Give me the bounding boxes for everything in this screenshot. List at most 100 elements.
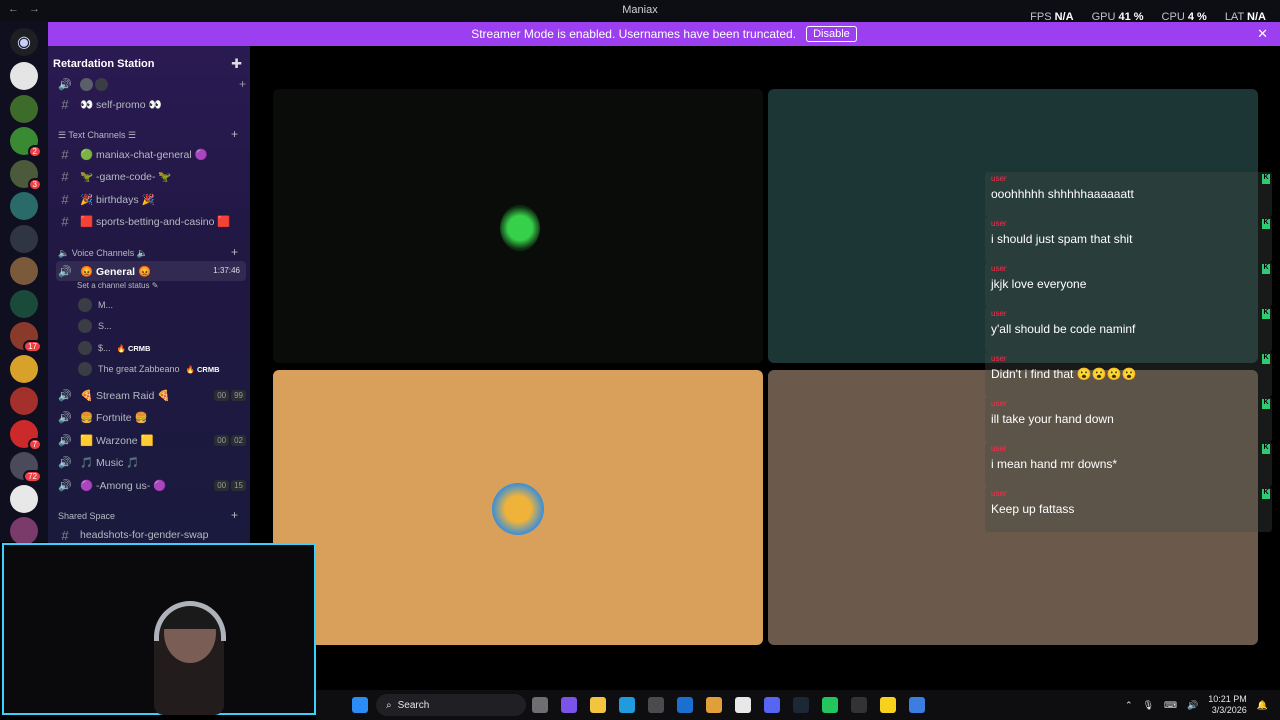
- person-add-icon[interactable]: ✚: [231, 56, 242, 72]
- webcam-overlay: [2, 543, 316, 715]
- voice-channel-stream-raid[interactable]: 🔊 🍕 Stream Raid 🍕 00 99: [56, 385, 246, 405]
- server-icon[interactable]: [10, 94, 38, 123]
- discord-home-icon[interactable]: ◉: [10, 28, 38, 56]
- server-list: ◉ 2 3 17 7 72: [0, 22, 48, 545]
- video-tile[interactable]: [273, 370, 763, 645]
- server-icon[interactable]: 2: [10, 127, 42, 158]
- notification-icon[interactable]: 🔔: [1257, 700, 1268, 711]
- channel-self-promo[interactable]: # 👀 self-promo 👀: [56, 94, 246, 114]
- outlook-icon[interactable]: [677, 697, 693, 713]
- unread-badge: 3: [27, 177, 42, 191]
- avatar: [78, 341, 92, 355]
- voice-user[interactable]: The great Zabbeano 🔥 CRMB: [78, 362, 219, 376]
- avatar: [78, 319, 92, 333]
- close-icon[interactable]: ✕: [1257, 26, 1268, 42]
- network-icon[interactable]: ⌨: [1164, 700, 1177, 711]
- clock[interactable]: 10:21 PM 3/3/2026: [1208, 694, 1247, 716]
- chat-message: user ill take your hand down K: [985, 397, 1272, 442]
- server-icon[interactable]: 17: [10, 322, 42, 353]
- server-icon[interactable]: 3: [10, 159, 42, 191]
- category-voice-channels[interactable]: 🔈 Voice Channels 🔈: [58, 248, 148, 259]
- channel-maniax-chat-general[interactable]: # 🟢 maniax-chat-general 🟣: [56, 144, 246, 164]
- file-explorer-icon[interactable]: [590, 697, 606, 713]
- kick-icon: K: [1262, 399, 1270, 409]
- voice-channel-fortnite[interactable]: 🔊 🍔 Fortnite 🍔: [56, 407, 246, 427]
- chat-overlay: user ooohhhhh shhhhhaaaaaatt K user i shoul…: [985, 172, 1272, 532]
- hash-icon: #: [61, 168, 69, 184]
- server-icon[interactable]: [10, 354, 38, 383]
- server-icon[interactable]: [10, 387, 38, 415]
- add-icon[interactable]: +: [239, 77, 246, 91]
- app-icon[interactable]: [706, 697, 722, 713]
- channel-game-code[interactable]: # 🦖 -game-code- 🦖: [56, 166, 246, 186]
- calculator-icon[interactable]: [909, 697, 925, 713]
- add-channel-icon[interactable]: +: [231, 508, 238, 522]
- server-icon[interactable]: [10, 517, 38, 545]
- chat-message: user i mean hand mr downs* K: [985, 442, 1272, 487]
- taskbar-search[interactable]: ⌕ Search: [376, 694, 526, 716]
- server-icon[interactable]: [10, 484, 38, 513]
- avatar: [500, 205, 540, 251]
- kick-icon: K: [1262, 444, 1270, 454]
- server-icon[interactable]: [10, 192, 38, 220]
- avatar: [492, 483, 544, 535]
- server-name[interactable]: Retardation Station: [53, 58, 154, 70]
- app-icon[interactable]: [735, 697, 751, 713]
- category-text-channels[interactable]: ☰ Text Channels ☰: [58, 130, 136, 141]
- add-channel-icon[interactable]: +: [231, 127, 238, 141]
- task-view-icon[interactable]: [532, 697, 548, 713]
- chat-message: user y'all should be code naminf K: [985, 307, 1272, 352]
- steam-icon[interactable]: [793, 697, 809, 713]
- channel-status[interactable]: Set a channel status ✎: [77, 281, 158, 290]
- server-icon[interactable]: 7: [10, 419, 42, 451]
- channel-headshots[interactable]: # headshots-for-gender-swap: [56, 525, 246, 545]
- microphone-icon[interactable]: 🎙: [1143, 700, 1154, 711]
- voice-user[interactable]: S...: [78, 319, 112, 333]
- category-shared-space[interactable]: Shared Space: [58, 511, 115, 521]
- voice-channel-among-us[interactable]: 🔊 🟣 -Among us- 🟣 00 15: [56, 475, 246, 495]
- edge-icon[interactable]: [619, 697, 635, 713]
- speaker-icon: 🔊: [58, 479, 72, 492]
- speaker-icon: 🔊: [58, 389, 72, 402]
- app-icon[interactable]: [822, 697, 838, 713]
- speaker-icon: 🔊: [58, 78, 72, 91]
- server-icon[interactable]: [10, 257, 38, 285]
- server-icon[interactable]: [10, 62, 38, 90]
- add-channel-icon[interactable]: +: [231, 245, 238, 259]
- speaker-icon: 🔊: [58, 434, 72, 447]
- chevron-up-icon[interactable]: ⌃: [1125, 700, 1133, 711]
- speaker-icon: 🔊: [58, 265, 72, 278]
- sticky-notes-icon[interactable]: [880, 697, 896, 713]
- unread-badge: 17: [23, 340, 42, 353]
- headphones-icon: [154, 601, 226, 641]
- volume-icon[interactable]: 🔊: [1187, 700, 1198, 711]
- windows-start-icon[interactable]: [352, 697, 368, 713]
- streamer-mode-banner: Streamer Mode is enabled. Usernames have…: [48, 22, 1280, 46]
- store-icon[interactable]: [648, 697, 664, 713]
- voice-channel-warzone[interactable]: 🔊 🟨 Warzone 🟨 00 02: [56, 430, 246, 450]
- epic-games-icon[interactable]: [851, 697, 867, 713]
- disable-streamer-mode-button[interactable]: Disable: [806, 26, 857, 42]
- voice-channel-music[interactable]: 🔊 🎵 Music 🎵: [56, 452, 246, 472]
- hash-icon: #: [61, 213, 69, 229]
- server-icon[interactable]: [10, 224, 38, 253]
- speaker-icon: 🔊: [58, 411, 72, 424]
- hash-icon: #: [61, 96, 69, 112]
- video-tile[interactable]: [273, 89, 763, 363]
- channel-sports-betting[interactable]: # 🟥 sports-betting-and-casino 🟥: [56, 211, 246, 231]
- avatar: [78, 298, 92, 312]
- server-icon[interactable]: [10, 289, 38, 318]
- discord-icon[interactable]: [764, 697, 780, 713]
- chat-message: user Didn't i find that 😮😮😮😮 K: [985, 352, 1272, 397]
- voice-user[interactable]: M...: [78, 298, 113, 312]
- channel-sidebar: Retardation Station ✚ 🔊 + # 👀 self-promo…: [48, 46, 250, 543]
- voice-user[interactable]: $... 🔥 CRMB: [78, 341, 150, 355]
- unread-badge: 7: [27, 437, 42, 451]
- banner-text: Streamer Mode is enabled. Usernames have…: [471, 27, 797, 41]
- channel-birthdays[interactable]: # 🎉 birthdays 🎉: [56, 189, 246, 209]
- copilot-icon[interactable]: [561, 697, 577, 713]
- server-icon[interactable]: 72: [10, 452, 42, 483]
- hash-icon: #: [61, 527, 69, 543]
- kick-icon: K: [1262, 354, 1270, 364]
- search-icon: ⌕: [386, 699, 392, 711]
